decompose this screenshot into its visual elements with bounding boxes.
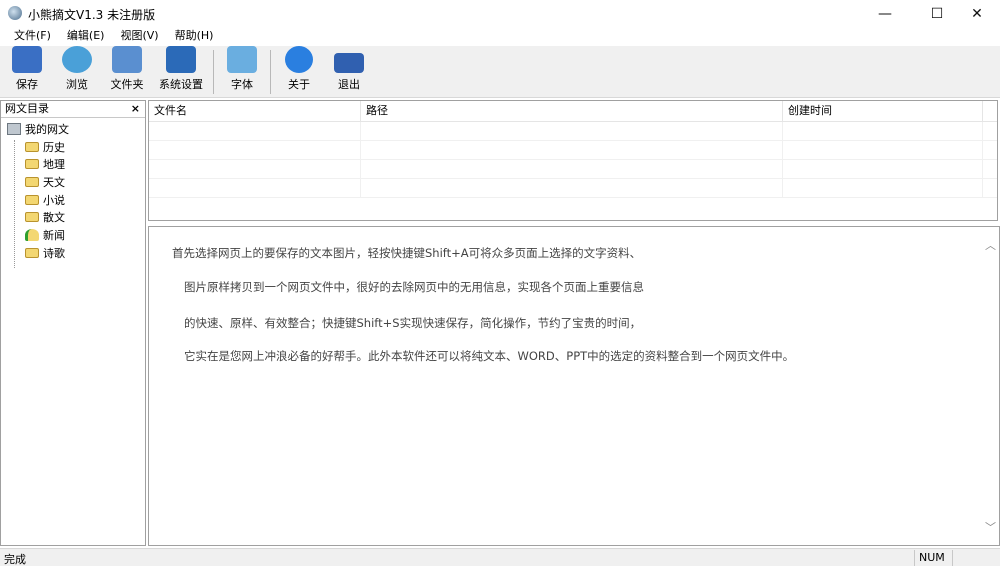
directory-tree: 我的网文 历史 地理 天文 小说 散文 新闻 诗歌	[1, 118, 145, 268]
folder-button[interactable]: 文件夹	[102, 46, 152, 96]
about-button[interactable]: 关于	[274, 46, 324, 96]
directory-panel: 网文目录 × 我的网文 历史 地理 天文 小说 散文 新闻 诗歌	[0, 100, 146, 546]
exit-icon	[334, 53, 364, 73]
menu-file[interactable]: 文件(F)	[6, 28, 59, 46]
close-button[interactable]: ✕	[954, 0, 1000, 28]
exit-button[interactable]: 退出	[324, 46, 374, 96]
content-paragraph: 的快速、原样、有效整合；快捷键Shift+S实现快速保存，简化操作，节约了宝贵的…	[184, 316, 642, 330]
folder-icon	[25, 176, 39, 187]
column-filename[interactable]: 文件名	[149, 101, 361, 121]
app-icon	[8, 6, 22, 20]
file-list: 文件名 路径 创建时间	[148, 100, 998, 221]
panel-header: 网文目录 ×	[1, 101, 145, 118]
num-lock-indicator: NUM	[919, 551, 945, 564]
tree-item[interactable]: 小说	[1, 191, 145, 209]
folder-icon	[25, 194, 39, 205]
tree-item[interactable]: 历史	[1, 138, 145, 156]
tree-item[interactable]: 地理	[1, 155, 145, 173]
status-bar: 完成 NUM	[0, 548, 1000, 566]
tree-item[interactable]: 散文	[1, 208, 145, 226]
menu-view[interactable]: 视图(V)	[112, 28, 166, 46]
font-button[interactable]: 字体	[217, 46, 267, 96]
tree-root[interactable]: 我的网文	[1, 120, 145, 138]
toolbar-separator	[213, 50, 214, 94]
content-paragraph: 它实在是您网上冲浪必备的好帮手。此外本软件还可以将纯文本、WORD、PPT中的选…	[184, 349, 795, 363]
settings-button[interactable]: 系统设置	[152, 46, 210, 96]
menu-help[interactable]: 帮助(H)	[167, 28, 222, 46]
info-icon	[285, 46, 313, 73]
save-button[interactable]: 保存	[2, 46, 52, 96]
window-title: 小熊摘文V1.3 未注册版	[28, 8, 156, 22]
browse-icon	[62, 46, 92, 73]
status-text: 完成	[4, 553, 26, 566]
column-created[interactable]: 创建时间	[783, 101, 983, 121]
vertical-scrollbar[interactable]: ︿ ﹀	[982, 227, 999, 545]
folder-icon	[112, 46, 142, 73]
news-icon	[25, 228, 39, 241]
toolbar-separator	[270, 50, 271, 94]
tree-item[interactable]: 新闻	[1, 226, 145, 244]
settings-icon	[166, 46, 196, 73]
column-path[interactable]: 路径	[361, 101, 783, 121]
scroll-up-icon[interactable]: ︿	[985, 237, 996, 253]
folder-icon	[25, 141, 39, 152]
content-paragraph: 首先选择网页上的要保存的文本图片，轻按快捷键Shift+A可将众多页面上选择的文…	[172, 246, 642, 260]
title-bar: 小熊摘文V1.3 未注册版 — ☐ ✕	[0, 0, 1000, 28]
minimize-button[interactable]: —	[862, 0, 908, 28]
content-view[interactable]: 首先选择网页上的要保存的文本图片，轻按快捷键Shift+A可将众多页面上选择的文…	[148, 226, 1000, 546]
menu-bar: 文件(F) 编辑(E) 视图(V) 帮助(H)	[0, 28, 1000, 46]
folder-icon	[25, 212, 39, 223]
save-icon	[12, 46, 42, 73]
scroll-down-icon[interactable]: ﹀	[985, 519, 996, 535]
toolbar: 保存 浏览 文件夹 系统设置 字体 关于 退出	[0, 46, 1000, 98]
tree-item[interactable]: 天文	[1, 173, 145, 191]
panel-close-button[interactable]: ×	[131, 101, 140, 117]
font-icon	[227, 46, 257, 73]
content-paragraph: 图片原样拷贝到一个网页文件中，很好的去除网页中的无用信息，实现各个页面上重要信息	[184, 280, 644, 294]
browse-button[interactable]: 浏览	[52, 46, 102, 96]
tree-item[interactable]: 诗歌	[1, 244, 145, 262]
folder-icon	[25, 159, 39, 170]
menu-edit[interactable]: 编辑(E)	[59, 28, 113, 46]
root-folder-icon	[7, 122, 21, 135]
folder-icon	[25, 247, 39, 258]
